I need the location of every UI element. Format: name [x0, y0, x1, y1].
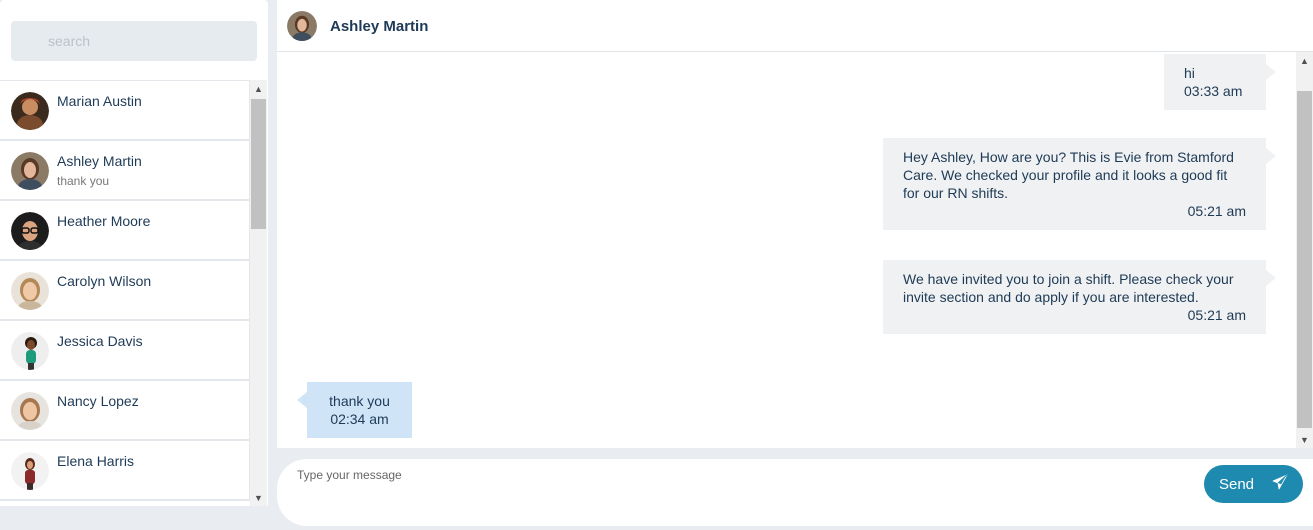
- message-list-scrollbar[interactable]: ▲ ▼: [1296, 52, 1313, 448]
- message-text: thank you: [329, 393, 390, 409]
- avatar: [11, 272, 49, 310]
- contact-name: Carolyn Wilson: [57, 273, 152, 289]
- avatar: [11, 152, 49, 190]
- message-bubble-incoming: thank you 02:34 am: [297, 382, 412, 438]
- message-text: hi: [1184, 65, 1195, 81]
- avatar: [11, 212, 49, 250]
- avatar: [11, 92, 49, 130]
- chat-header: Ashley Martin: [277, 0, 1313, 52]
- contact-name: Marian Austin: [57, 93, 142, 109]
- contact-item-jessica-davis[interactable]: Jessica Davis: [0, 321, 250, 381]
- scroll-up-icon[interactable]: ▲: [250, 80, 267, 97]
- search-input[interactable]: [11, 21, 257, 61]
- avatar: [11, 392, 49, 430]
- scroll-up-icon[interactable]: ▲: [1296, 52, 1313, 69]
- avatar: [11, 332, 49, 370]
- message-bubble-outgoing: We have invited you to join a shift. Ple…: [883, 260, 1276, 334]
- message-time: 05:21 am: [1187, 203, 1246, 219]
- contact-list-scrollbar[interactable]: ▲ ▼: [250, 80, 267, 506]
- avatar: [287, 11, 317, 41]
- message-time: 02:34 am: [330, 411, 389, 427]
- contact-name: Heather Moore: [57, 213, 151, 229]
- message-input[interactable]: [297, 468, 1197, 518]
- message-time: 05:21 am: [1187, 307, 1246, 323]
- message-bubble-outgoing: hi 03:33 am: [1164, 54, 1276, 110]
- contact-name: Jessica Davis: [57, 333, 143, 349]
- avatar: [11, 452, 49, 490]
- contact-item-carolyn-wilson[interactable]: Carolyn Wilson: [0, 261, 250, 321]
- scrollbar-thumb[interactable]: [1297, 91, 1312, 428]
- chat-panel: Ashley Martin hi 03:33 am Hey Ashley, Ho…: [277, 0, 1313, 448]
- send-button[interactable]: Send: [1204, 465, 1303, 503]
- message-bubble-outgoing: Hey Ashley, How are you? This is Evie fr…: [883, 138, 1276, 230]
- scrollbar-thumb[interactable]: [251, 99, 266, 229]
- scroll-down-icon[interactable]: ▼: [1296, 431, 1313, 448]
- contact-last-message: thank you: [57, 174, 110, 188]
- contact-name: Ashley Martin: [57, 153, 142, 169]
- contact-name: Elena Harris: [57, 453, 135, 469]
- contact-name: Nancy Lopez: [57, 393, 139, 409]
- contact-item-nancy-lopez[interactable]: Nancy Lopez: [0, 381, 250, 441]
- contact-item-heather-moore[interactable]: Heather Moore: [0, 201, 250, 261]
- contact-item-marian-austin[interactable]: Marian Austin: [0, 81, 250, 141]
- chat-title: Ashley Martin: [330, 18, 429, 35]
- message-time: 03:33 am: [1184, 83, 1243, 99]
- scroll-down-icon[interactable]: ▼: [250, 489, 267, 506]
- message-text: Hey Ashley, How are you? This is Evie fr…: [903, 149, 1234, 201]
- search-box[interactable]: [11, 21, 257, 61]
- message-list: hi 03:33 am Hey Ashley, How are you? Thi…: [277, 52, 1296, 448]
- message-text: We have invited you to join a shift. Ple…: [903, 271, 1234, 305]
- message-composer: Send: [277, 459, 1313, 526]
- send-icon: [1272, 474, 1288, 494]
- contact-item-ashley-martin[interactable]: Ashley Martin thank you: [0, 141, 250, 201]
- contact-list: Marian Austin Ashley Martin thank you He…: [0, 80, 250, 506]
- send-button-label: Send: [1218, 475, 1255, 493]
- contacts-sidebar: Marian Austin Ashley Martin thank you He…: [0, 0, 268, 506]
- contact-item-elena-harris[interactable]: Elena Harris: [0, 441, 250, 501]
